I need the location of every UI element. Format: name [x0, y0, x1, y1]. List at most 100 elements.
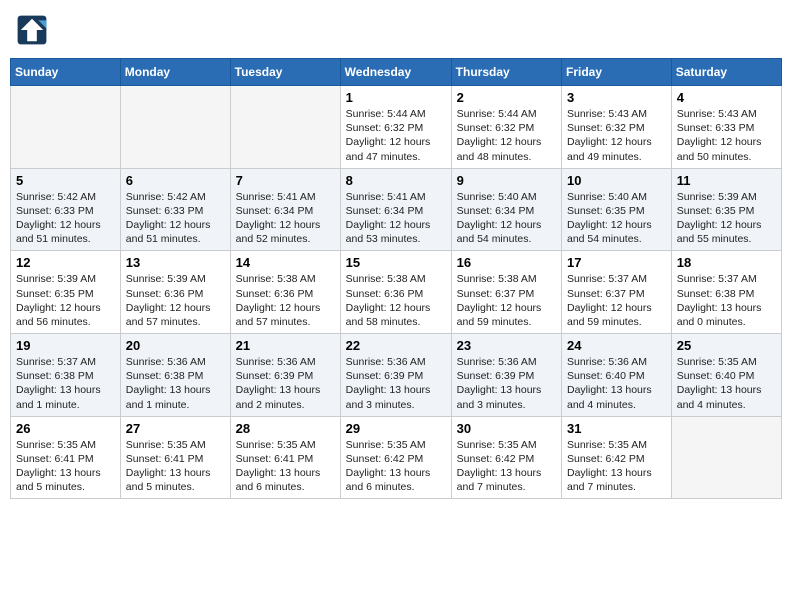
- cell-sun-info: Sunrise: 5:38 AM Sunset: 6:36 PM Dayligh…: [236, 272, 335, 329]
- logo: [16, 14, 52, 46]
- calendar-week-2: 5 Sunrise: 5:42 AM Sunset: 6:33 PM Daylig…: [11, 168, 782, 251]
- cell-sun-info: Sunrise: 5:36 AM Sunset: 6:39 PM Dayligh…: [457, 355, 556, 412]
- page-header: [10, 10, 782, 50]
- day-number: 23: [457, 338, 556, 353]
- calendar-cell: 29 Sunrise: 5:35 AM Sunset: 6:42 PM Dayli…: [340, 416, 451, 499]
- weekday-header-sunday: Sunday: [11, 59, 121, 86]
- calendar-cell: 21 Sunrise: 5:36 AM Sunset: 6:39 PM Dayli…: [230, 334, 340, 417]
- day-number: 11: [677, 173, 776, 188]
- calendar-cell: 30 Sunrise: 5:35 AM Sunset: 6:42 PM Dayli…: [451, 416, 561, 499]
- day-number: 3: [567, 90, 666, 105]
- calendar-cell: 14 Sunrise: 5:38 AM Sunset: 6:36 PM Dayli…: [230, 251, 340, 334]
- cell-sun-info: Sunrise: 5:35 AM Sunset: 6:42 PM Dayligh…: [567, 438, 666, 495]
- cell-sun-info: Sunrise: 5:43 AM Sunset: 6:32 PM Dayligh…: [567, 107, 666, 164]
- cell-sun-info: Sunrise: 5:43 AM Sunset: 6:33 PM Dayligh…: [677, 107, 776, 164]
- day-number: 10: [567, 173, 666, 188]
- day-number: 6: [126, 173, 225, 188]
- day-number: 18: [677, 255, 776, 270]
- day-number: 16: [457, 255, 556, 270]
- cell-sun-info: Sunrise: 5:44 AM Sunset: 6:32 PM Dayligh…: [457, 107, 556, 164]
- weekday-header-tuesday: Tuesday: [230, 59, 340, 86]
- day-number: 21: [236, 338, 335, 353]
- cell-sun-info: Sunrise: 5:44 AM Sunset: 6:32 PM Dayligh…: [346, 107, 446, 164]
- calendar-cell: 25Sunrise: 5:35 AM Sunset: 6:40 PM Dayli…: [671, 334, 781, 417]
- calendar-cell: 6 Sunrise: 5:42 AM Sunset: 6:33 PM Daylig…: [120, 168, 230, 251]
- day-number: 24: [567, 338, 666, 353]
- cell-sun-info: Sunrise: 5:35 AM Sunset: 6:40 PM Dayligh…: [677, 355, 776, 412]
- cell-sun-info: Sunrise: 5:35 AM Sunset: 6:42 PM Dayligh…: [457, 438, 556, 495]
- cell-sun-info: Sunrise: 5:41 AM Sunset: 6:34 PM Dayligh…: [236, 190, 335, 247]
- day-number: 1: [346, 90, 446, 105]
- calendar-cell: 8 Sunrise: 5:41 AM Sunset: 6:34 PM Daylig…: [340, 168, 451, 251]
- weekday-header-thursday: Thursday: [451, 59, 561, 86]
- cell-sun-info: Sunrise: 5:35 AM Sunset: 6:41 PM Dayligh…: [236, 438, 335, 495]
- calendar-cell: 26 Sunrise: 5:35 AM Sunset: 6:41 PM Dayli…: [11, 416, 121, 499]
- cell-sun-info: Sunrise: 5:39 AM Sunset: 6:35 PM Dayligh…: [16, 272, 115, 329]
- cell-sun-info: Sunrise: 5:35 AM Sunset: 6:42 PM Dayligh…: [346, 438, 446, 495]
- calendar-cell: [671, 416, 781, 499]
- logo-icon: [16, 14, 48, 46]
- calendar-cell: 16 Sunrise: 5:38 AM Sunset: 6:37 PM Dayli…: [451, 251, 561, 334]
- calendar-cell: 17Sunrise: 5:37 AM Sunset: 6:37 PM Dayli…: [562, 251, 672, 334]
- calendar-week-3: 12Sunrise: 5:39 AM Sunset: 6:35 PM Dayli…: [11, 251, 782, 334]
- calendar-cell: 10 Sunrise: 5:40 AM Sunset: 6:35 PM Dayli…: [562, 168, 672, 251]
- weekday-header-monday: Monday: [120, 59, 230, 86]
- weekday-header-wednesday: Wednesday: [340, 59, 451, 86]
- day-number: 28: [236, 421, 335, 436]
- calendar-cell: 12Sunrise: 5:39 AM Sunset: 6:35 PM Dayli…: [11, 251, 121, 334]
- calendar-cell: 11 Sunrise: 5:39 AM Sunset: 6:35 PM Dayli…: [671, 168, 781, 251]
- cell-sun-info: Sunrise: 5:40 AM Sunset: 6:35 PM Dayligh…: [567, 190, 666, 247]
- weekday-header-friday: Friday: [562, 59, 672, 86]
- cell-sun-info: Sunrise: 5:42 AM Sunset: 6:33 PM Dayligh…: [16, 190, 115, 247]
- weekday-header-saturday: Saturday: [671, 59, 781, 86]
- calendar-week-5: 26 Sunrise: 5:35 AM Sunset: 6:41 PM Dayli…: [11, 416, 782, 499]
- cell-sun-info: Sunrise: 5:36 AM Sunset: 6:39 PM Dayligh…: [236, 355, 335, 412]
- calendar-cell: 28 Sunrise: 5:35 AM Sunset: 6:41 PM Dayli…: [230, 416, 340, 499]
- day-number: 29: [346, 421, 446, 436]
- day-number: 15: [346, 255, 446, 270]
- day-number: 22: [346, 338, 446, 353]
- calendar-week-4: 19Sunrise: 5:37 AM Sunset: 6:38 PM Dayli…: [11, 334, 782, 417]
- weekday-header-row: SundayMondayTuesdayWednesdayThursdayFrid…: [11, 59, 782, 86]
- day-number: 7: [236, 173, 335, 188]
- cell-sun-info: Sunrise: 5:38 AM Sunset: 6:37 PM Dayligh…: [457, 272, 556, 329]
- day-number: 5: [16, 173, 115, 188]
- calendar-cell: [230, 86, 340, 169]
- cell-sun-info: Sunrise: 5:35 AM Sunset: 6:41 PM Dayligh…: [126, 438, 225, 495]
- calendar-cell: 24 Sunrise: 5:36 AM Sunset: 6:40 PM Dayli…: [562, 334, 672, 417]
- calendar-cell: 2 Sunrise: 5:44 AM Sunset: 6:32 PM Daylig…: [451, 86, 561, 169]
- day-number: 8: [346, 173, 446, 188]
- calendar-cell: 7 Sunrise: 5:41 AM Sunset: 6:34 PM Daylig…: [230, 168, 340, 251]
- day-number: 19: [16, 338, 115, 353]
- day-number: 4: [677, 90, 776, 105]
- calendar-cell: 27Sunrise: 5:35 AM Sunset: 6:41 PM Dayli…: [120, 416, 230, 499]
- calendar-cell: 15Sunrise: 5:38 AM Sunset: 6:36 PM Dayli…: [340, 251, 451, 334]
- calendar-cell: 5 Sunrise: 5:42 AM Sunset: 6:33 PM Daylig…: [11, 168, 121, 251]
- calendar-cell: 13Sunrise: 5:39 AM Sunset: 6:36 PM Dayli…: [120, 251, 230, 334]
- cell-sun-info: Sunrise: 5:37 AM Sunset: 6:37 PM Dayligh…: [567, 272, 666, 329]
- cell-sun-info: Sunrise: 5:36 AM Sunset: 6:38 PM Dayligh…: [126, 355, 225, 412]
- calendar-cell: 4 Sunrise: 5:43 AM Sunset: 6:33 PM Daylig…: [671, 86, 781, 169]
- cell-sun-info: Sunrise: 5:36 AM Sunset: 6:39 PM Dayligh…: [346, 355, 446, 412]
- calendar-cell: 18Sunrise: 5:37 AM Sunset: 6:38 PM Dayli…: [671, 251, 781, 334]
- calendar-cell: 1 Sunrise: 5:44 AM Sunset: 6:32 PM Daylig…: [340, 86, 451, 169]
- day-number: 26: [16, 421, 115, 436]
- cell-sun-info: Sunrise: 5:42 AM Sunset: 6:33 PM Dayligh…: [126, 190, 225, 247]
- day-number: 2: [457, 90, 556, 105]
- day-number: 14: [236, 255, 335, 270]
- calendar-week-1: 1 Sunrise: 5:44 AM Sunset: 6:32 PM Daylig…: [11, 86, 782, 169]
- cell-sun-info: Sunrise: 5:41 AM Sunset: 6:34 PM Dayligh…: [346, 190, 446, 247]
- day-number: 20: [126, 338, 225, 353]
- cell-sun-info: Sunrise: 5:36 AM Sunset: 6:40 PM Dayligh…: [567, 355, 666, 412]
- calendar-cell: [120, 86, 230, 169]
- calendar-cell: 20 Sunrise: 5:36 AM Sunset: 6:38 PM Dayli…: [120, 334, 230, 417]
- cell-sun-info: Sunrise: 5:39 AM Sunset: 6:35 PM Dayligh…: [677, 190, 776, 247]
- day-number: 30: [457, 421, 556, 436]
- calendar-cell: 3 Sunrise: 5:43 AM Sunset: 6:32 PM Daylig…: [562, 86, 672, 169]
- calendar-cell: 22 Sunrise: 5:36 AM Sunset: 6:39 PM Dayli…: [340, 334, 451, 417]
- day-number: 13: [126, 255, 225, 270]
- cell-sun-info: Sunrise: 5:40 AM Sunset: 6:34 PM Dayligh…: [457, 190, 556, 247]
- cell-sun-info: Sunrise: 5:35 AM Sunset: 6:41 PM Dayligh…: [16, 438, 115, 495]
- day-number: 9: [457, 173, 556, 188]
- calendar-cell: 19Sunrise: 5:37 AM Sunset: 6:38 PM Dayli…: [11, 334, 121, 417]
